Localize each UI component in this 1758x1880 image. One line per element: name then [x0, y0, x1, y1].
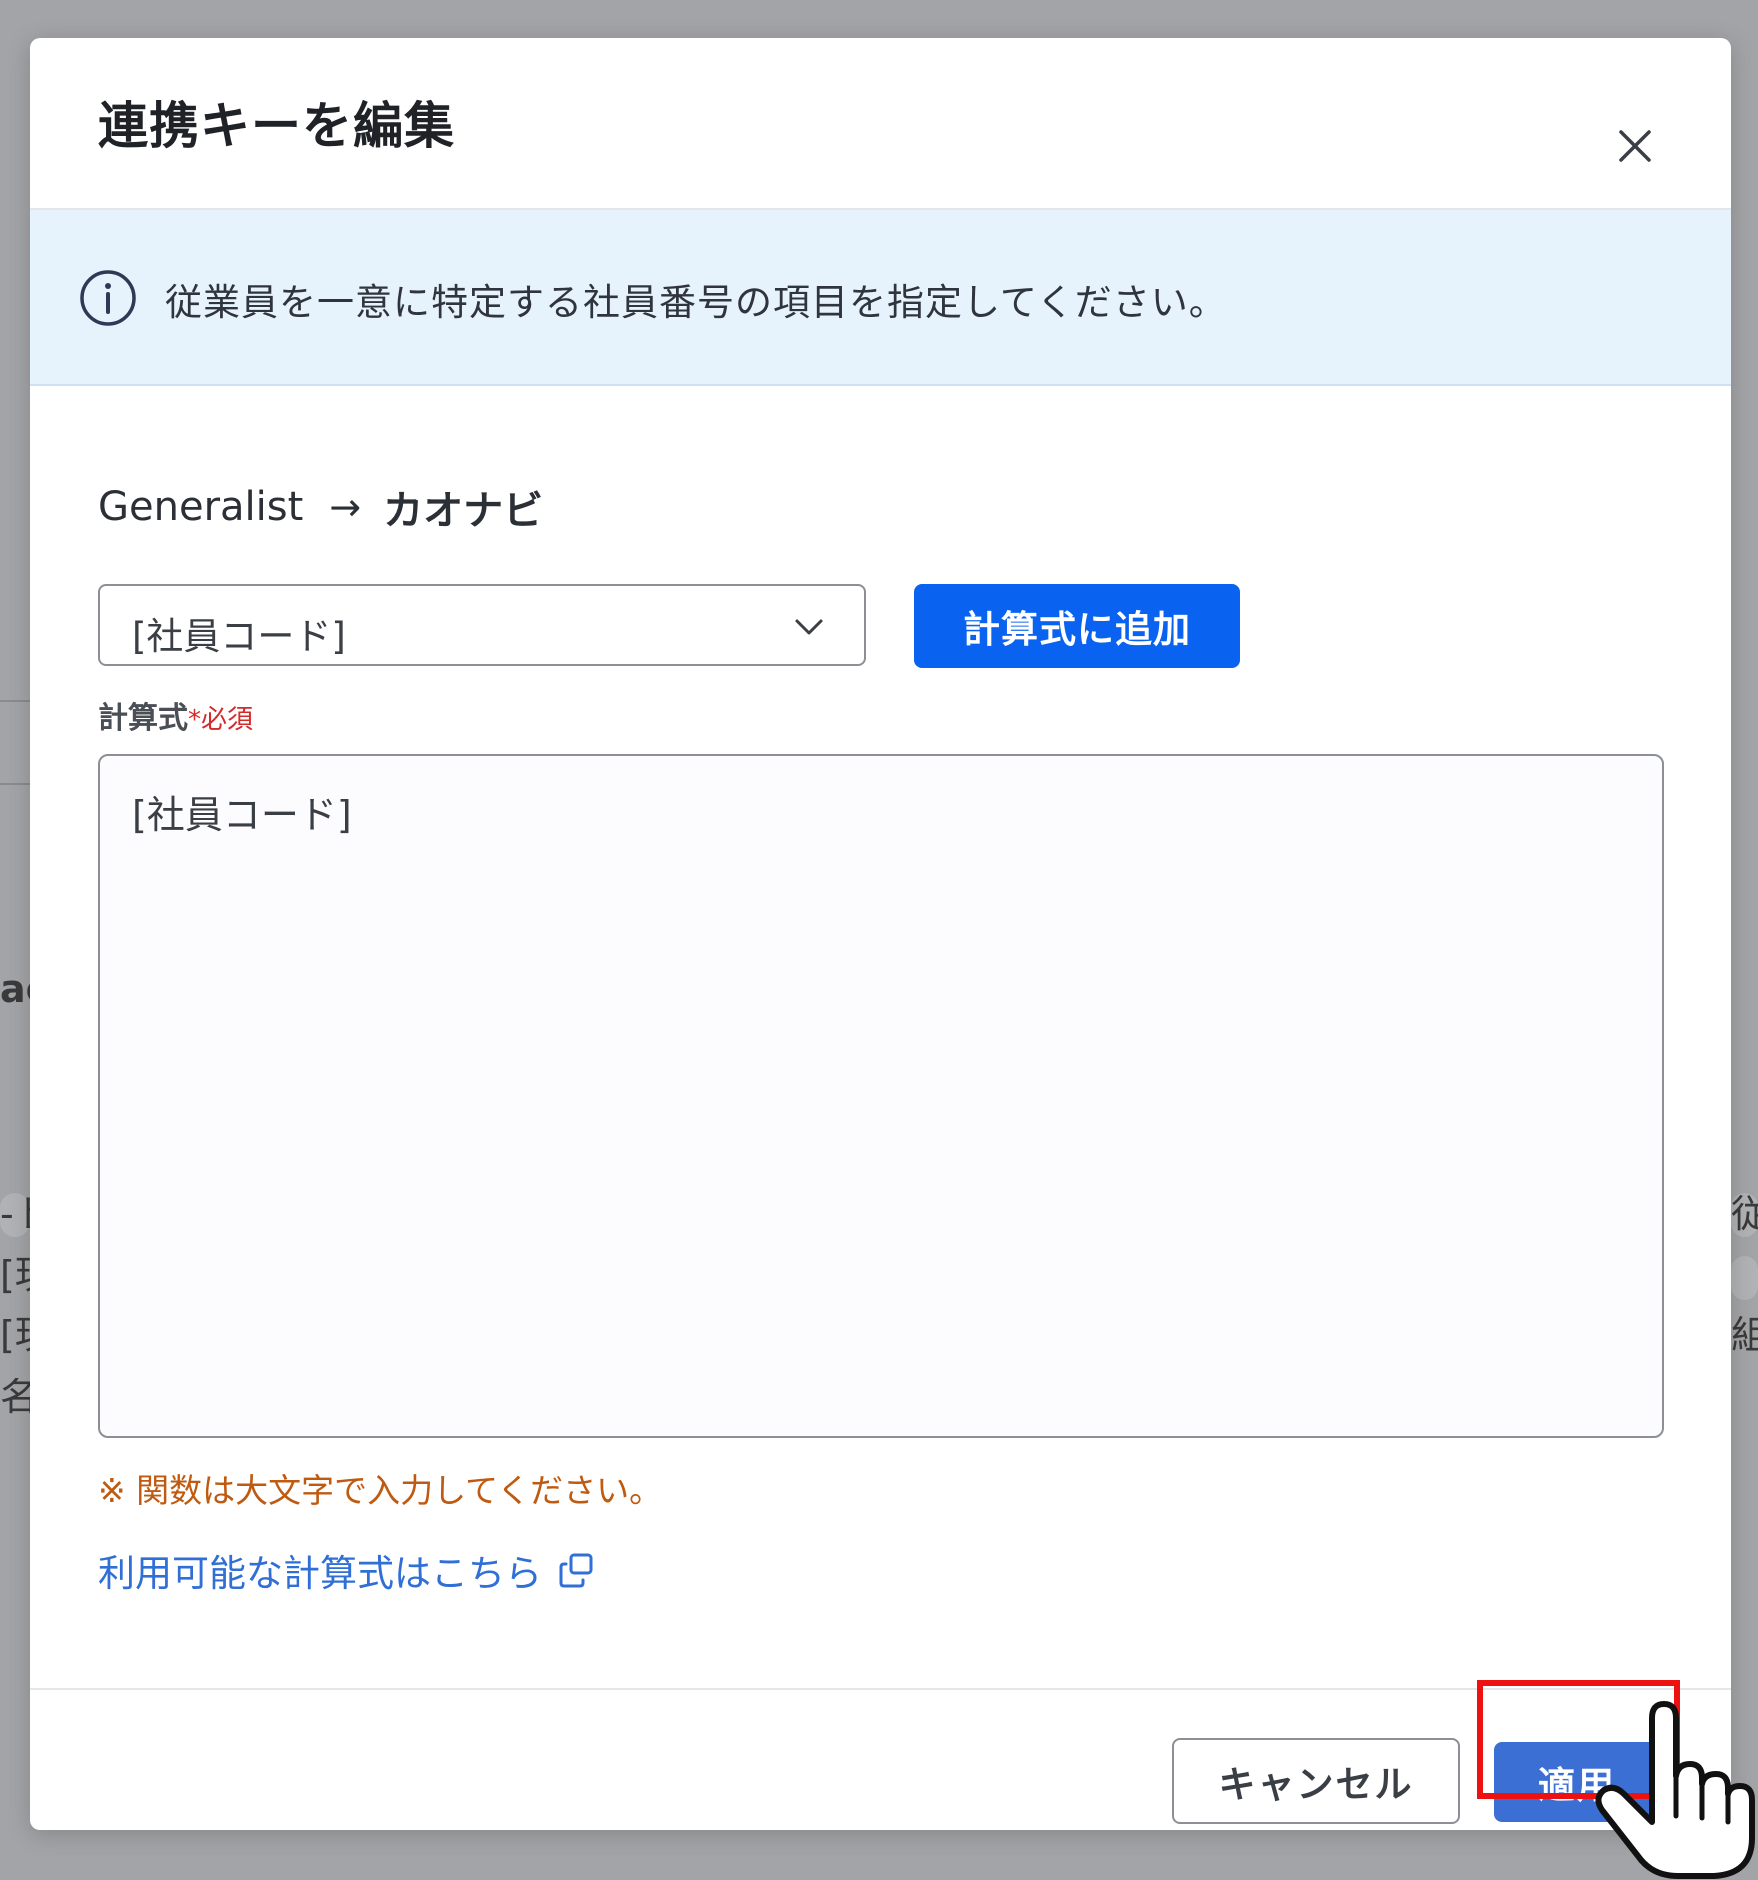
background-text: -ト — [0, 1195, 30, 1233]
mapping-direction: Generalist → カオナビ — [98, 478, 543, 536]
field-select-value: [社員コード] — [132, 615, 346, 658]
background-text: 組 — [1731, 1316, 1758, 1354]
background-divider — [0, 700, 30, 702]
info-icon — [80, 270, 136, 326]
background-pill — [1731, 1256, 1758, 1300]
background-text: ac — [0, 970, 30, 1008]
chevron-down-icon — [795, 619, 823, 635]
available-formulas-link[interactable]: 利用可能な計算式はこちら — [98, 1543, 596, 1597]
edit-key-dialog: 連携キーを編集 従業員を一意に特定する社員番号の項目を指定してください。 Gen… — [30, 38, 1731, 1830]
add-to-formula-button[interactable]: 計算式に追加 — [914, 584, 1240, 668]
field-select[interactable]: [社員コード] — [98, 584, 866, 666]
background-text: 従 — [1731, 1195, 1758, 1233]
info-message: 従業員を一意に特定する社員番号の項目を指定してください。 — [165, 281, 1227, 324]
dialog-header: 連携キーを編集 — [30, 38, 1731, 210]
info-banner: 従業員を一意に特定する社員番号の項目を指定してください。 — [30, 210, 1731, 386]
formula-label: 計算式*必須 — [98, 693, 253, 737]
close-icon — [1619, 130, 1651, 162]
background-divider — [0, 783, 30, 785]
background-text: [現 — [0, 1256, 30, 1294]
formula-value: [社員コード] — [132, 793, 352, 837]
apply-button[interactable]: 適用 — [1494, 1742, 1660, 1822]
mapping-source: Generalist — [98, 484, 304, 530]
background-text: [現 — [0, 1316, 30, 1354]
arrow-right-icon: → — [329, 485, 362, 529]
required-mark: * — [188, 705, 201, 735]
dialog-footer: キャンセル 適用 — [30, 1688, 1731, 1830]
close-button[interactable] — [1609, 120, 1661, 172]
required-text: 必須 — [201, 705, 254, 735]
formula-textarea[interactable]: [社員コード] — [98, 754, 1664, 1438]
uppercase-note: ※ 関数は大文字で入力してください。 — [98, 1471, 663, 1510]
dialog-title: 連携キーを編集 — [98, 97, 455, 155]
mapping-target: カオナビ — [383, 488, 544, 534]
background-text: 名 — [0, 1378, 30, 1416]
help-link-label: 利用可能な計算式はこちら — [98, 1552, 542, 1595]
formula-label-text: 計算式 — [98, 701, 188, 736]
cancel-button[interactable]: キャンセル — [1172, 1738, 1460, 1824]
external-link-icon — [559, 1553, 593, 1588]
